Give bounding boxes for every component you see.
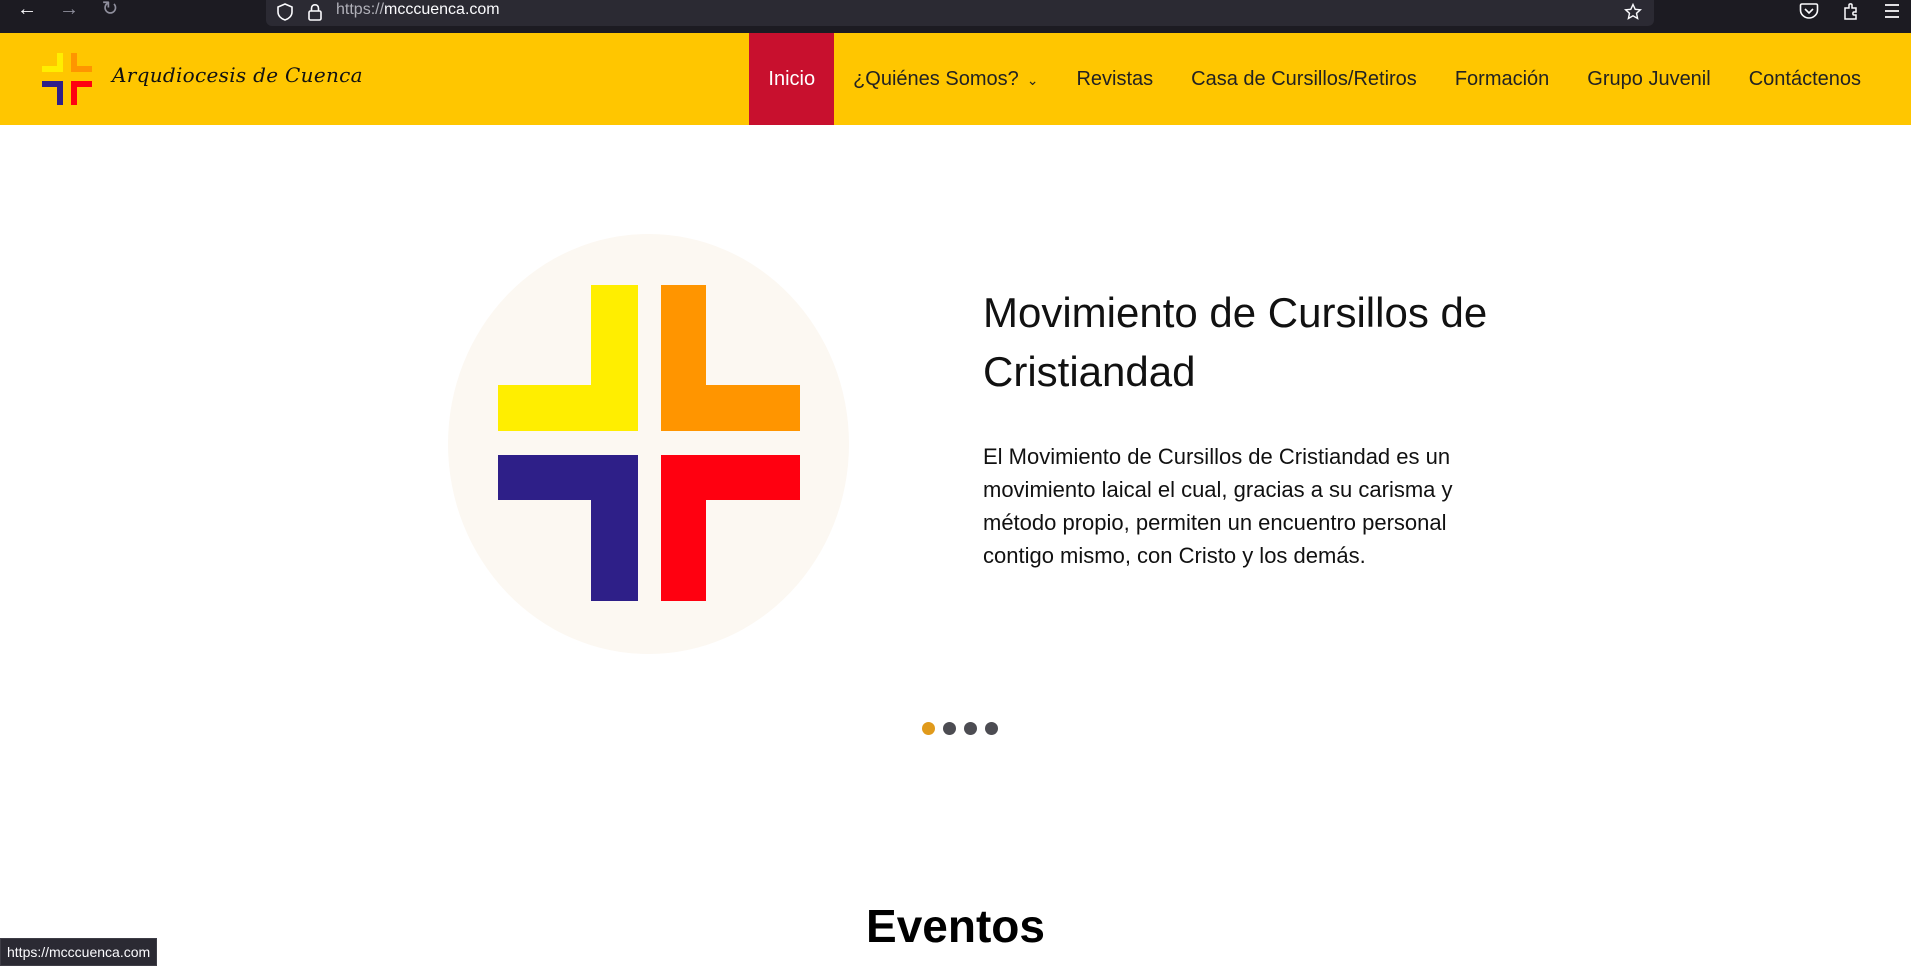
extensions-icon[interactable] (1839, 0, 1863, 22)
forward-arrow-icon[interactable]: → (56, 0, 82, 20)
hero-description: El Movimiento de Cursillos de Cristianda… (983, 444, 1453, 568)
url-text[interactable]: https://mcccuenca.com (336, 0, 500, 20)
carousel-dot-1[interactable] (922, 722, 935, 735)
events-heading: Eventos (866, 900, 1045, 952)
nav-casa-cursillos[interactable]: Casa de Cursillos/Retiros (1172, 33, 1436, 125)
cursillos-cross-image (498, 285, 800, 601)
carousel-dot-2[interactable] (943, 722, 956, 735)
nav-contactenos[interactable]: Contáctenos (1730, 33, 1911, 125)
site-header: Arqudiocesis de Cuenca Inicio ¿Quiénes S… (0, 33, 1911, 125)
chevron-down-icon: ⌄ (1026, 72, 1039, 88)
site-brand[interactable]: Arqudiocesis de Cuenca (112, 63, 363, 87)
carousel-pagination (922, 722, 998, 735)
shield-icon[interactable] (276, 3, 294, 21)
nav-quienes-somos-label: ¿Quiénes Somos? (853, 68, 1019, 90)
reload-icon[interactable]: ↻ (97, 0, 123, 20)
carousel-dot-3[interactable] (964, 722, 977, 735)
status-bar-url: https://mcccuenca.com (0, 938, 158, 966)
pocket-icon[interactable] (1797, 0, 1821, 22)
browser-toolbar: ← → ↻ https://mcccuenca.com (0, 0, 1911, 33)
nav-revistas[interactable]: Revistas (1057, 33, 1172, 125)
lock-icon[interactable] (306, 3, 324, 21)
bookmark-star-icon[interactable] (1624, 3, 1642, 21)
nav-quienes-somos[interactable]: ¿Quiénes Somos? ⌄ (834, 33, 1057, 125)
nav-formacion[interactable]: Formación (1436, 33, 1568, 125)
nav-grupo-juvenil[interactable]: Grupo Juvenil (1568, 33, 1729, 125)
hero-title: Movimiento de Cursillos de Cristiandad (983, 289, 1488, 395)
back-arrow-icon[interactable]: ← (14, 0, 40, 20)
cursillos-logo[interactable] (42, 53, 92, 105)
carousel-dot-4[interactable] (985, 722, 998, 735)
nav-inicio[interactable]: Inicio (749, 33, 835, 125)
address-bar[interactable]: https://mcccuenca.com (266, 0, 1654, 26)
main-navigation: Inicio ¿Quiénes Somos? ⌄ Revistas Casa de… (749, 33, 1911, 125)
menu-hamburger-icon[interactable] (1880, 0, 1904, 22)
